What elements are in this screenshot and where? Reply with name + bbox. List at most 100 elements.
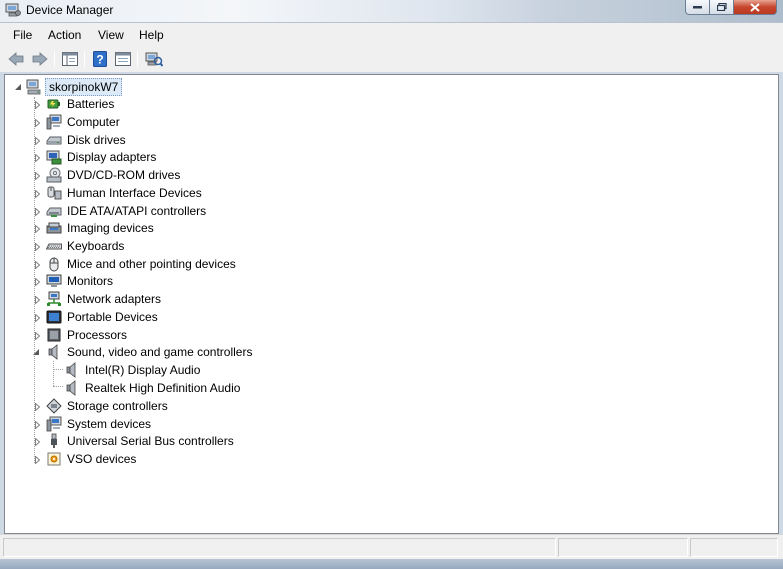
expand-arrow-icon[interactable] bbox=[33, 260, 42, 269]
scan-hardware-icon bbox=[145, 52, 163, 67]
expand-arrow-icon[interactable] bbox=[33, 207, 42, 216]
collapse-arrow-icon[interactable] bbox=[14, 83, 23, 92]
minimize-icon bbox=[693, 6, 702, 9]
forward-button[interactable] bbox=[31, 50, 49, 68]
tree-item-usb-controllers[interactable]: Universal Serial Bus controllers bbox=[46, 432, 236, 450]
window-frame-bottom bbox=[0, 559, 783, 569]
expand-arrow-icon[interactable] bbox=[33, 189, 42, 198]
speaker-icon bbox=[66, 380, 76, 396]
expand-arrow-icon[interactable] bbox=[33, 153, 42, 162]
tree-item-label: Computer bbox=[67, 115, 120, 129]
tree-item-display-adapters[interactable]: Display adapters bbox=[46, 148, 158, 166]
toolbar-separator bbox=[54, 51, 55, 67]
device-tree[interactable]: skorpinokW7 Batteries Computer Disk driv… bbox=[4, 74, 779, 534]
forward-arrow-icon bbox=[32, 52, 48, 66]
tree-item-keyboards[interactable]: Keyboards bbox=[46, 237, 126, 255]
console-tree-icon bbox=[62, 52, 78, 66]
tree-item-label: Display adapters bbox=[67, 150, 157, 164]
expand-arrow-icon[interactable] bbox=[33, 402, 42, 411]
toolbar-separator bbox=[137, 51, 138, 67]
tree-item-mice[interactable]: Mice and other pointing devices bbox=[46, 255, 238, 273]
expand-arrow-icon[interactable] bbox=[33, 295, 42, 304]
restore-icon bbox=[716, 3, 727, 11]
expand-arrow-icon[interactable] bbox=[33, 420, 42, 429]
tree-item-imaging-devices[interactable]: Imaging devices bbox=[46, 219, 156, 237]
tree-item-computer[interactable]: Computer bbox=[46, 113, 122, 131]
expand-arrow-icon[interactable] bbox=[33, 455, 42, 464]
tree-item-label: Universal Serial Bus controllers bbox=[67, 434, 234, 448]
status-panel-main bbox=[3, 538, 556, 557]
minimize-button[interactable] bbox=[685, 0, 710, 15]
device-manager-icon bbox=[5, 3, 21, 17]
tree-item-disk-drives[interactable]: Disk drives bbox=[46, 131, 128, 149]
processor-icon bbox=[47, 328, 61, 342]
storage-controller-icon bbox=[46, 398, 62, 414]
maximize-button[interactable] bbox=[710, 0, 734, 15]
title-bar[interactable]: Device Manager bbox=[0, 0, 783, 22]
system-device-icon bbox=[46, 416, 62, 432]
expand-arrow-icon[interactable] bbox=[33, 100, 42, 109]
expand-arrow-icon[interactable] bbox=[33, 224, 42, 233]
tree-item-intel-display-audio[interactable]: Intel(R) Display Audio bbox=[64, 361, 202, 379]
speaker-icon bbox=[48, 344, 58, 360]
disk-drive-icon bbox=[46, 136, 62, 145]
help-button[interactable]: ? bbox=[91, 50, 109, 68]
tree-item-label: Sound, video and game controllers bbox=[67, 345, 253, 359]
expand-arrow-icon[interactable] bbox=[33, 437, 42, 446]
battery-icon bbox=[47, 99, 60, 109]
tree-item-sound-video-game[interactable]: Sound, video and game controllers bbox=[46, 343, 254, 361]
dvd-drive-icon bbox=[46, 167, 62, 183]
expand-arrow-icon[interactable] bbox=[33, 331, 42, 340]
status-bar bbox=[0, 534, 783, 559]
tree-item-label: System devices bbox=[67, 417, 152, 431]
collapse-arrow-icon[interactable] bbox=[32, 348, 41, 357]
scan-hardware-button[interactable] bbox=[145, 50, 163, 68]
speaker-icon bbox=[66, 362, 76, 378]
menu-action[interactable]: Action bbox=[48, 28, 81, 42]
show-hide-console-tree-button[interactable] bbox=[61, 50, 79, 68]
tree-item-ide-controllers[interactable]: IDE ATA/ATAPI controllers bbox=[46, 202, 208, 220]
expand-arrow-icon[interactable] bbox=[33, 277, 42, 286]
menu-file[interactable]: File bbox=[13, 28, 32, 42]
computer-icon bbox=[46, 114, 62, 130]
expand-arrow-icon[interactable] bbox=[33, 118, 42, 127]
hid-icon bbox=[47, 186, 62, 200]
menu-help[interactable]: Help bbox=[139, 28, 164, 42]
portable-device-icon bbox=[46, 310, 62, 324]
tree-item-network-adapters[interactable]: Network adapters bbox=[46, 290, 163, 308]
tree-item-human-interface-devices[interactable]: Human Interface Devices bbox=[46, 184, 204, 202]
vso-device-icon bbox=[47, 452, 61, 466]
tree-item-label: Keyboards bbox=[67, 239, 125, 253]
back-button[interactable] bbox=[7, 50, 25, 68]
expand-arrow-icon[interactable] bbox=[33, 171, 42, 180]
tree-item-label: Mice and other pointing devices bbox=[67, 257, 236, 271]
tree-item-storage-controllers[interactable]: Storage controllers bbox=[46, 397, 170, 415]
tree-item-label: IDE ATA/ATAPI controllers bbox=[67, 204, 207, 218]
close-button[interactable] bbox=[734, 0, 777, 15]
menu-bar: File Action View Help bbox=[0, 22, 783, 46]
tree-item-monitors[interactable]: Monitors bbox=[46, 272, 115, 290]
tree-item-processors[interactable]: Processors bbox=[46, 326, 129, 344]
help-icon: ? bbox=[93, 51, 107, 67]
tree-item-batteries[interactable]: Batteries bbox=[46, 95, 116, 113]
properties-icon bbox=[115, 52, 131, 66]
tree-item-realtek-hd-audio[interactable]: Realtek High Definition Audio bbox=[64, 379, 242, 397]
tree-item-dvd-cd-rom-drives[interactable]: DVD/CD-ROM drives bbox=[46, 166, 182, 184]
window-title: Device Manager bbox=[26, 3, 114, 17]
menu-view[interactable]: View bbox=[98, 28, 124, 42]
tree-item-portable-devices[interactable]: Portable Devices bbox=[46, 308, 160, 326]
tree-root-node[interactable]: skorpinokW7 bbox=[26, 78, 123, 96]
tree-item-label: Storage controllers bbox=[67, 399, 168, 413]
expand-arrow-icon[interactable] bbox=[33, 313, 42, 322]
expand-arrow-icon[interactable] bbox=[33, 136, 42, 145]
monitor-icon bbox=[46, 274, 62, 287]
camera-icon bbox=[46, 222, 62, 234]
tree-item-label: Disk drives bbox=[67, 133, 126, 147]
tree-item-vso-devices[interactable]: VSO devices bbox=[46, 450, 138, 468]
close-icon bbox=[750, 2, 760, 12]
tree-item-system-devices[interactable]: System devices bbox=[46, 415, 153, 433]
status-panel-3 bbox=[690, 538, 778, 557]
tree-item-label: Intel(R) Display Audio bbox=[85, 363, 201, 377]
expand-arrow-icon[interactable] bbox=[33, 242, 42, 251]
properties-button[interactable] bbox=[114, 50, 132, 68]
